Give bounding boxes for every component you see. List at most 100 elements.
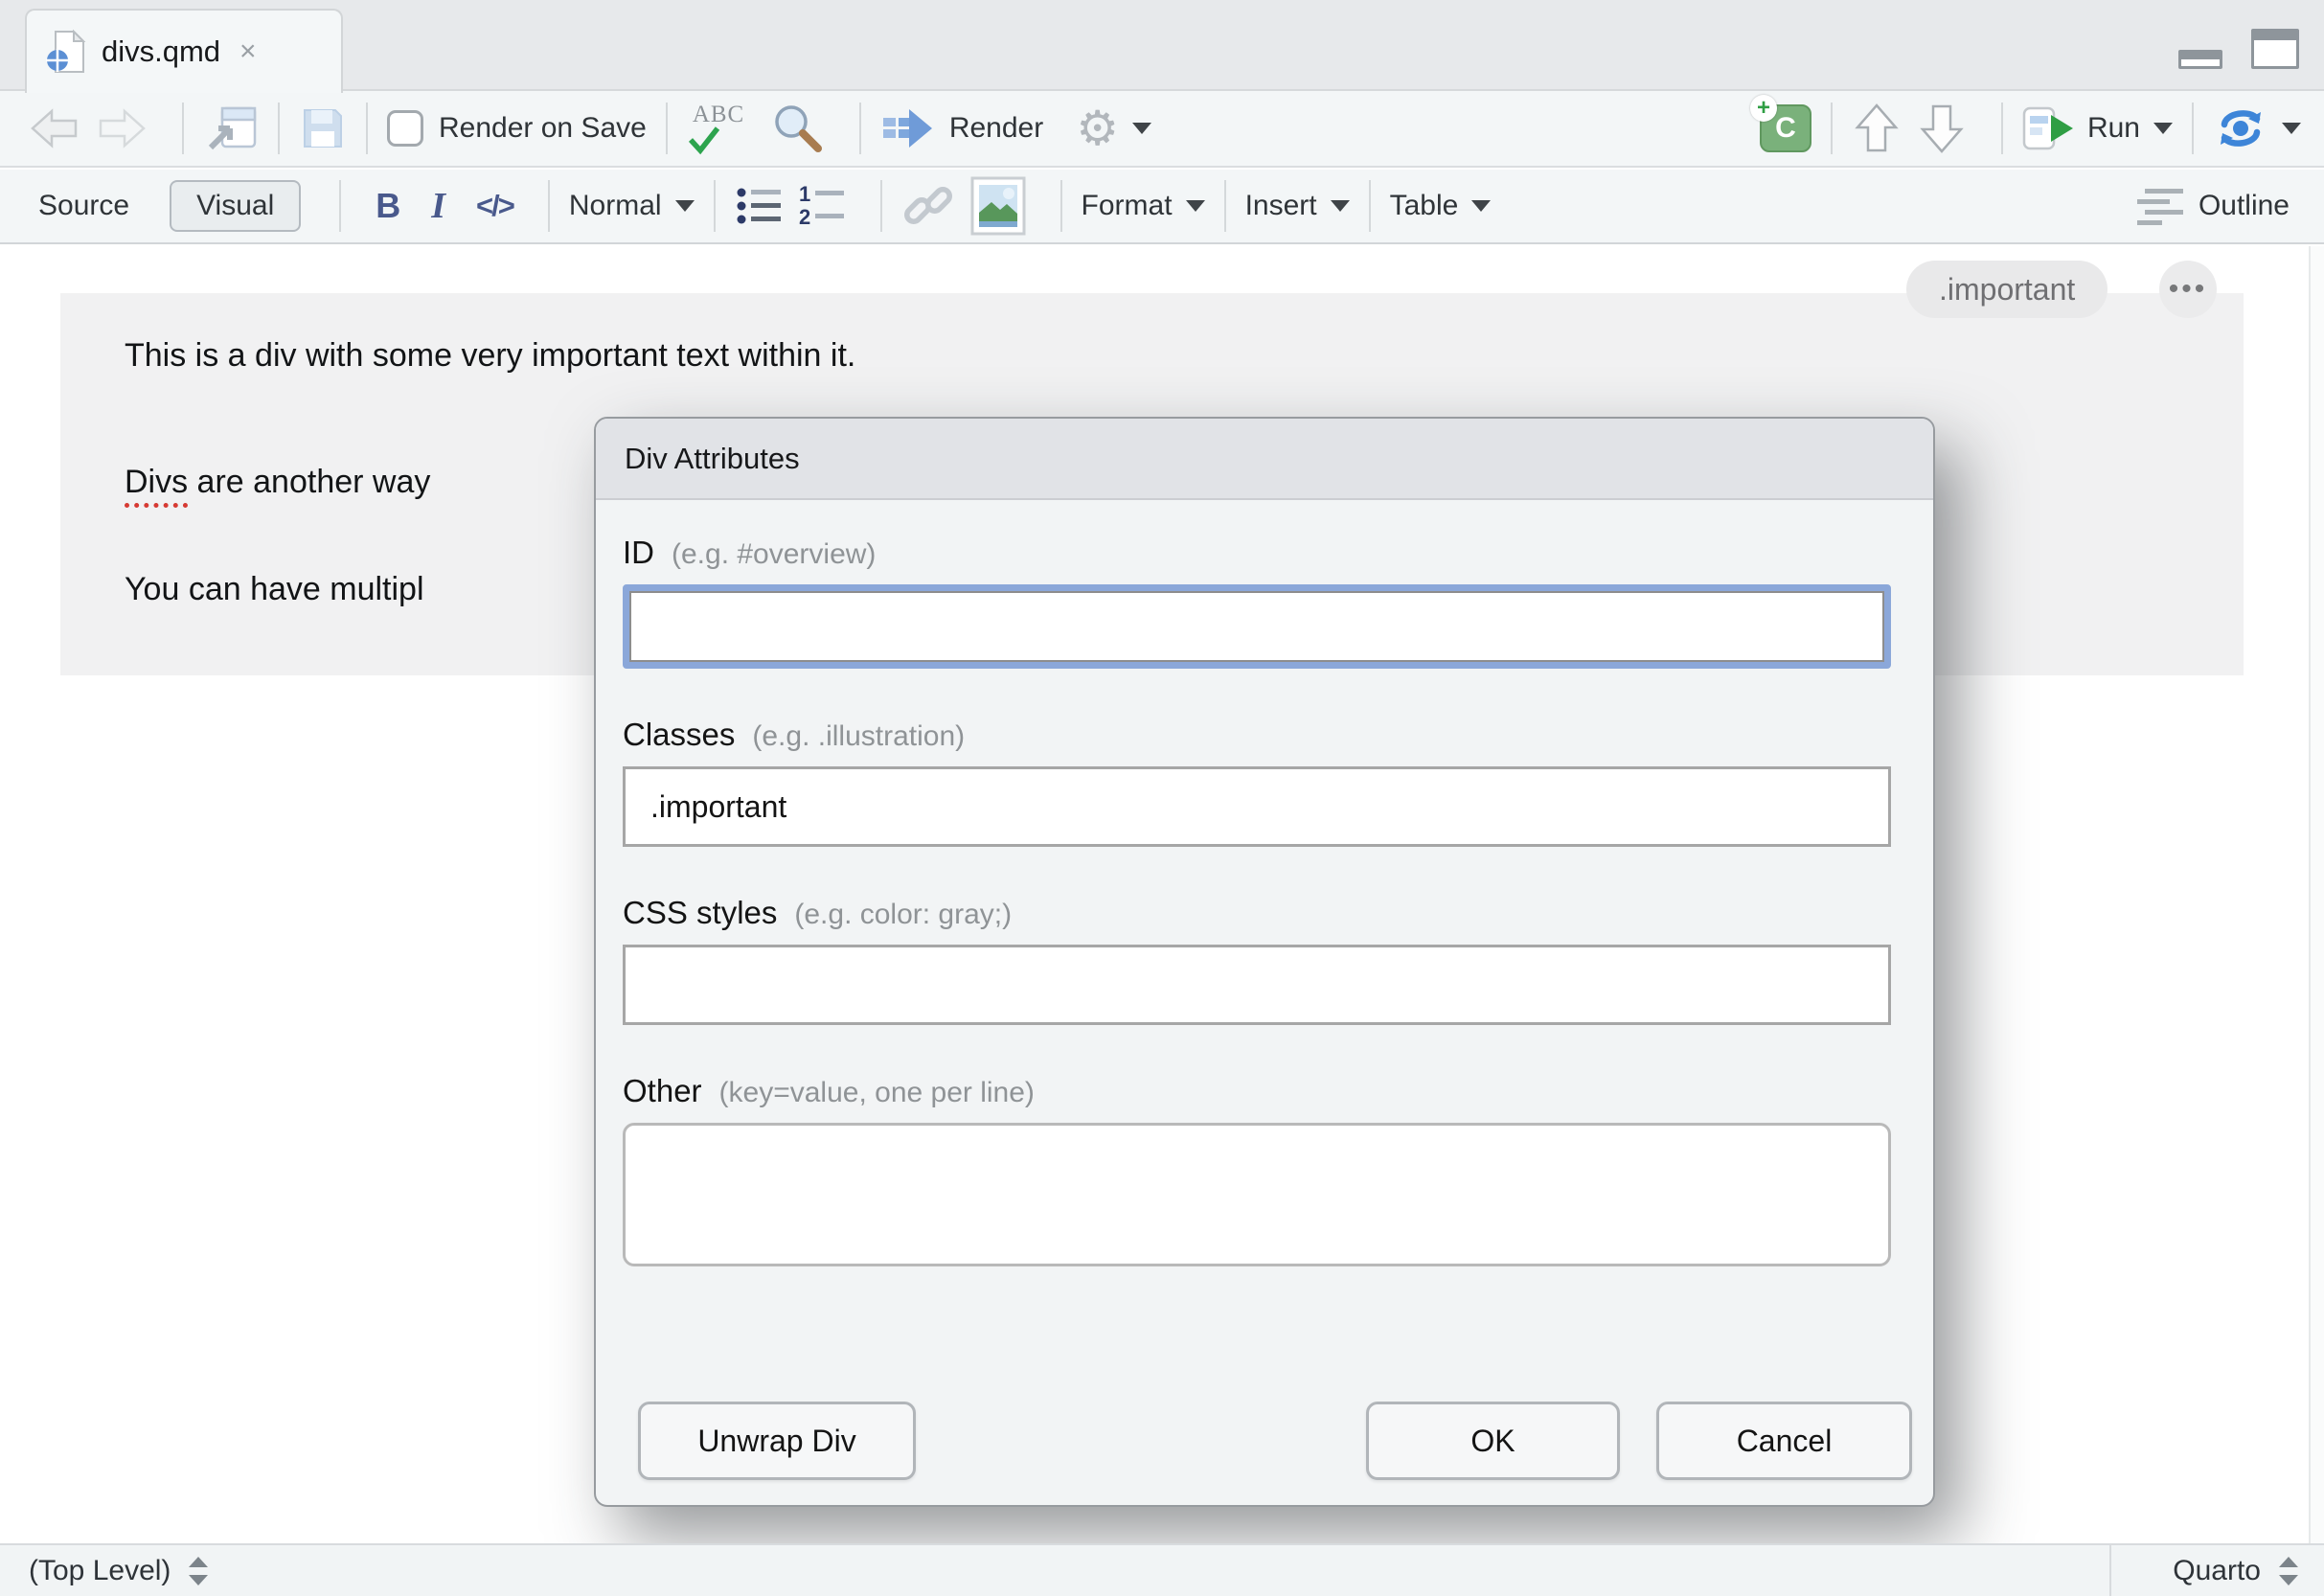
rerun-icon (2213, 104, 2268, 152)
outline-level-selector[interactable]: (Top Level) (0, 1554, 2102, 1588)
other-attributes-textarea[interactable] (623, 1123, 1891, 1266)
other-label: Other (623, 1073, 702, 1109)
svg-text:1: 1 (799, 182, 810, 206)
maximize-icon[interactable] (2251, 29, 2299, 69)
id-input-focus-ring (623, 584, 1891, 669)
div-attributes-dialog: Div Attributes ID (e.g. #overview) Class… (594, 417, 1935, 1507)
vertical-scrollbar[interactable] (2309, 246, 2324, 1543)
italic-button[interactable]: I (431, 185, 445, 227)
dialog-header[interactable]: Div Attributes (596, 419, 1933, 500)
chevron-down-icon (675, 200, 695, 212)
css-styles-input[interactable] (623, 945, 1891, 1025)
toolbar-separator (548, 180, 550, 232)
dialog-body: ID (e.g. #overview) Classes (e.g. .illus… (596, 500, 1933, 1266)
div-options-button[interactable]: ••• (2159, 261, 2217, 318)
run-button[interactable]: Run (2022, 104, 2173, 152)
div-class-badge[interactable]: .important (1906, 261, 2108, 318)
id-label: ID (623, 535, 654, 571)
classes-input[interactable] (623, 766, 1891, 847)
chevron-down-icon (1331, 200, 1350, 212)
chevron-down-icon (1132, 123, 1151, 134)
gear-icon: ⚙ (1076, 104, 1119, 152)
numbered-list-icon[interactable]: 1 2 (798, 182, 846, 230)
forward-arrow-icon[interactable] (96, 106, 148, 150)
render-on-save-toggle[interactable]: Render on Save (387, 110, 647, 147)
popout-icon[interactable] (203, 103, 259, 153)
main-toolbar: Render on Save ABC Render ⚙ +C (0, 91, 2324, 168)
dialog-footer: Unwrap Div OK Cancel (596, 1402, 1933, 1480)
render-on-save-checkbox[interactable] (387, 110, 423, 147)
rstudio-source-pane: { "tab": { "title": "divs.qmd", "close_l… (0, 0, 2324, 1596)
toolbar-separator (1224, 180, 1226, 232)
css-styles-label: CSS styles (623, 895, 777, 931)
id-hint: (e.g. #overview) (672, 538, 876, 571)
other-hint: (key=value, one per line) (719, 1077, 1035, 1109)
visual-mode-button[interactable]: Visual (170, 180, 301, 232)
level-spinner-icon (186, 1554, 211, 1588)
editor-status-bar: (Top Level) Quarto (0, 1543, 2324, 1596)
toolbar-separator (2001, 103, 2003, 154)
toolbar-separator (182, 103, 184, 154)
format-toolbar: Source Visual B I </> Normal 1 2 Format (0, 170, 2324, 244)
minimize-icon[interactable] (2178, 50, 2222, 69)
outline-icon (2135, 187, 2185, 225)
inline-code-button[interactable]: </> (476, 189, 513, 223)
source-mode-button[interactable]: Source (38, 190, 129, 222)
chevron-down-icon (2282, 123, 2301, 134)
toolbar-separator (1831, 103, 1833, 154)
chevron-down-icon (1471, 200, 1491, 212)
id-input[interactable] (629, 591, 1884, 662)
render-on-save-label: Render on Save (439, 112, 647, 145)
rerun-button[interactable] (2213, 104, 2301, 152)
render-icon (880, 105, 934, 151)
paragraph[interactable]: You can have multipl (125, 571, 424, 608)
cancel-button[interactable]: Cancel (1656, 1402, 1912, 1480)
toolbar-separator (1369, 180, 1371, 232)
document-type-selector[interactable]: Quarto (2109, 1545, 2324, 1596)
bullet-list-icon[interactable] (735, 182, 783, 230)
paragraph[interactable]: This is a div with some very important t… (125, 337, 855, 375)
toolbar-separator (339, 180, 341, 232)
bold-button[interactable]: B (376, 186, 400, 226)
spellcheck-icon[interactable]: ABC (687, 102, 754, 155)
insert-menu[interactable]: Insert (1245, 190, 1350, 222)
spellcheck-abc-text: ABC (693, 102, 744, 128)
toolbar-separator (880, 180, 882, 232)
render-options-button[interactable]: ⚙ (1076, 104, 1151, 152)
quarto-document-icon (46, 29, 86, 75)
outline-level-value: (Top Level) (29, 1555, 171, 1587)
toolbar-separator (2192, 103, 2194, 154)
outline-toggle[interactable]: Outline (2135, 187, 2290, 225)
render-label: Render (949, 112, 1043, 145)
spellcheck-check-mark (687, 126, 725, 155)
unwrap-div-button[interactable]: Unwrap Div (638, 1402, 916, 1480)
outline-label: Outline (2199, 190, 2290, 222)
misspelled-word[interactable]: Divs (125, 464, 188, 508)
link-icon[interactable] (901, 179, 955, 233)
up-arrow-icon[interactable] (1852, 102, 1902, 155)
toolbar-separator (278, 103, 280, 154)
chevron-down-icon (1186, 200, 1205, 212)
paragraph-style-dropdown[interactable]: Normal (569, 190, 695, 222)
search-icon[interactable] (769, 101, 825, 156)
image-icon[interactable] (970, 176, 1026, 236)
toolbar-separator (666, 103, 668, 154)
ok-button[interactable]: OK (1366, 1402, 1620, 1480)
down-arrow-icon[interactable] (1917, 102, 1967, 155)
render-button[interactable]: Render (880, 105, 1043, 151)
doc-type-spinner-icon (2276, 1554, 2301, 1588)
tab-divs-qmd[interactable]: divs.qmd × (25, 9, 343, 93)
table-menu[interactable]: Table (1390, 190, 1492, 222)
format-menu-label: Format (1082, 190, 1173, 222)
other-field-label-row: Other (key=value, one per line) (623, 1073, 1891, 1109)
paragraph[interactable]: Divs are another way (125, 464, 430, 501)
format-menu[interactable]: Format (1082, 190, 1205, 222)
insert-chunk-button[interactable]: +C (1760, 104, 1811, 152)
save-icon[interactable] (299, 104, 347, 152)
dialog-title: Div Attributes (625, 442, 800, 476)
toolbar-separator (859, 103, 861, 154)
classes-hint: (e.g. .illustration) (752, 720, 965, 753)
css-styles-hint: (e.g. color: gray;) (794, 899, 1012, 931)
close-icon[interactable]: × (239, 35, 257, 68)
back-arrow-icon[interactable] (29, 106, 80, 150)
